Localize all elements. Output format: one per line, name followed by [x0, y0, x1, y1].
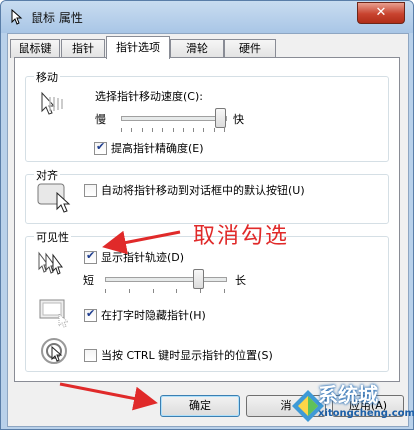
annotation-arrows	[59, 230, 181, 411]
arrow-to-ok-button	[59, 382, 158, 411]
arrow-to-trails-checkbox	[102, 230, 181, 255]
annotation-text: 取消勾选	[193, 224, 290, 249]
watermark-brand: 系统城	[318, 383, 378, 407]
watermark-url: xitongcheng.com	[318, 408, 414, 419]
tab-pointer-options[interactable]: 指针选项	[106, 36, 170, 59]
